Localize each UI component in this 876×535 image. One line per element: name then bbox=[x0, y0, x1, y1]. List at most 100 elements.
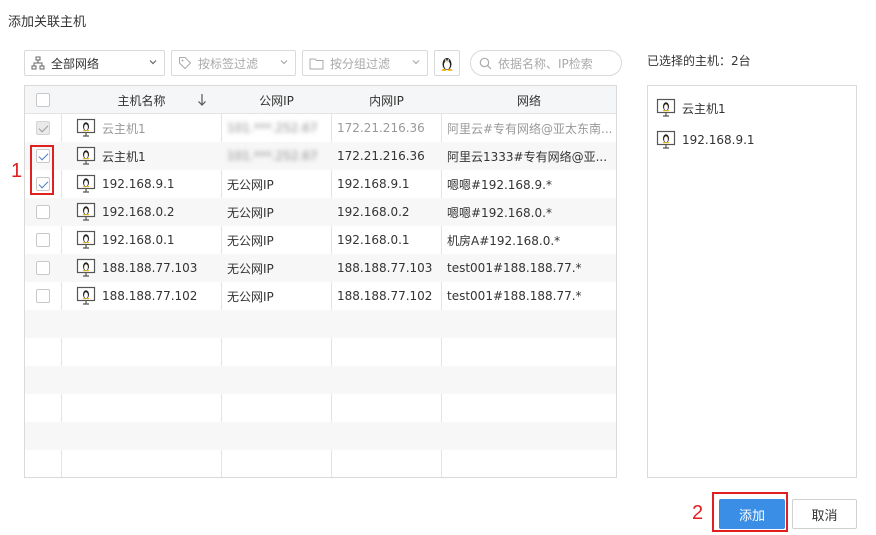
network-name: 阿里云1333#专有网络@亚... bbox=[447, 149, 608, 164]
column-header-private-ip: 内网IP bbox=[369, 93, 404, 108]
selected-hosts-panel: 云主机1 192.168.9.1 bbox=[647, 85, 857, 478]
private-ip: 192.168.9.1 bbox=[337, 177, 410, 191]
private-ip: 188.188.77.103 bbox=[337, 261, 433, 275]
network-name: test001#188.188.77.* bbox=[447, 261, 582, 275]
annotation-step-1: 1 bbox=[11, 160, 23, 182]
filter-toolbar: 全部网络 按标签过滤 按分组过滤 依据名称、IP检索 bbox=[24, 50, 622, 76]
host-name: 192.168.9.1 bbox=[102, 177, 175, 191]
row-checkbox[interactable] bbox=[36, 289, 50, 303]
public-ip: 无公网IP bbox=[227, 177, 274, 192]
public-ip: 无公网IP bbox=[227, 289, 274, 304]
public-ip-cell: 无公网IP bbox=[222, 282, 331, 310]
tag-filter-select[interactable]: 按标签过滤 bbox=[171, 50, 296, 76]
column-header-public-ip: 公网IP bbox=[259, 93, 294, 108]
search-input[interactable]: 依据名称、IP检索 bbox=[470, 50, 622, 76]
table-row-empty bbox=[25, 450, 616, 477]
network-select[interactable]: 全部网络 bbox=[24, 50, 165, 76]
row-checkbox[interactable] bbox=[36, 205, 50, 219]
network-name: 嗯嗯#192.168.0.* bbox=[447, 205, 552, 220]
public-ip-cell: 101.***.252.67 bbox=[222, 142, 331, 170]
public-ip: 101.***.252.67 bbox=[227, 121, 318, 135]
annotation-step-2: 2 bbox=[692, 502, 704, 524]
host-name-cell: 192.168.0.1 bbox=[62, 226, 221, 254]
table-row-empty bbox=[25, 394, 616, 422]
table-row[interactable]: 云主机1 101.***.252.67 172.21.216.36 阿里云#专有网络@… bbox=[25, 114, 616, 142]
private-ip: 172.21.216.36 bbox=[337, 149, 425, 163]
group-filter-placeholder: 按分组过滤 bbox=[330, 56, 391, 71]
table-row[interactable]: 192.168.0.2 无公网IP 192.168.0.2 嗯嗯#192.168.0.… bbox=[25, 198, 616, 226]
row-checkbox bbox=[36, 121, 50, 135]
linux-host-icon bbox=[76, 258, 96, 277]
table-row-empty bbox=[25, 310, 616, 338]
host-name: 188.188.77.102 bbox=[102, 289, 198, 303]
host-name-cell: 188.188.77.103 bbox=[62, 254, 221, 282]
host-name-cell: 188.188.77.102 bbox=[62, 282, 221, 310]
selected-host-name: 云主机1 bbox=[682, 101, 726, 116]
host-name: 192.168.0.1 bbox=[102, 233, 175, 247]
dialog-title: 添加关联主机 bbox=[8, 15, 87, 30]
select-all-checkbox[interactable] bbox=[36, 93, 50, 107]
host-name-cell: 192.168.0.2 bbox=[62, 198, 221, 226]
row-checkbox-cell bbox=[25, 226, 61, 254]
public-ip: 101.***.252.67 bbox=[227, 149, 318, 163]
table-row[interactable]: 188.188.77.102 无公网IP 188.188.77.102 test001… bbox=[25, 282, 616, 310]
cancel-button[interactable]: 取消 bbox=[792, 499, 857, 529]
public-ip-cell: 无公网IP bbox=[222, 170, 331, 198]
public-ip-cell: 无公网IP bbox=[222, 254, 331, 282]
row-checkbox[interactable] bbox=[36, 261, 50, 275]
network-name: test001#188.188.77.* bbox=[447, 289, 582, 303]
linux-host-icon bbox=[656, 130, 676, 149]
public-ip-cell: 无公网IP bbox=[222, 198, 331, 226]
host-name: 192.168.0.2 bbox=[102, 205, 175, 219]
table-row[interactable]: 192.168.9.1 无公网IP 192.168.9.1 嗯嗯#192.168.9.… bbox=[25, 170, 616, 198]
search-icon bbox=[479, 57, 492, 69]
host-name-cell: 云主机1 bbox=[62, 142, 221, 170]
column-header-network: 网络 bbox=[516, 93, 541, 108]
network-icon bbox=[31, 56, 45, 70]
public-ip: 无公网IP bbox=[227, 205, 274, 220]
private-ip: 172.21.216.36 bbox=[337, 121, 425, 135]
selected-host-item[interactable]: 192.168.9.1 bbox=[656, 124, 848, 156]
group-filter-select[interactable]: 按分组过滤 bbox=[302, 50, 428, 76]
tag-filter-placeholder: 按标签过滤 bbox=[198, 56, 259, 71]
tag-icon bbox=[179, 57, 192, 70]
table-row[interactable]: 192.168.0.1 无公网IP 192.168.0.1 机房A#192.168.0… bbox=[25, 226, 616, 254]
linux-host-icon bbox=[76, 146, 96, 165]
row-checkbox-cell bbox=[25, 254, 61, 282]
chevron-down-icon bbox=[280, 60, 288, 65]
annotation-box-add-button bbox=[712, 492, 788, 532]
public-ip: 无公网IP bbox=[227, 233, 274, 248]
network-name: 嗯嗯#192.168.9.* bbox=[447, 177, 552, 192]
private-ip: 192.168.0.2 bbox=[337, 205, 410, 219]
network-name: 机房A#192.168.0.* bbox=[447, 233, 561, 248]
selected-hosts-title: 已选择的主机：2台 bbox=[647, 54, 751, 68]
linux-os-filter-button[interactable] bbox=[434, 50, 460, 76]
annotation-box-checkboxes bbox=[30, 145, 54, 195]
linux-penguin-icon bbox=[441, 58, 453, 71]
public-ip-cell: 101.***.252.67 bbox=[222, 114, 331, 142]
table-row-empty bbox=[25, 338, 616, 366]
host-name: 云主机1 bbox=[102, 121, 146, 136]
table-row-empty bbox=[25, 366, 616, 394]
network-name: 阿里云#专有网络@亚太东南... bbox=[447, 121, 613, 136]
sort-arrow-down-icon[interactable] bbox=[197, 93, 207, 107]
private-ip: 192.168.0.1 bbox=[337, 233, 410, 247]
linux-host-icon bbox=[76, 174, 96, 193]
selected-host-name: 192.168.9.1 bbox=[682, 133, 755, 147]
linux-host-icon bbox=[76, 230, 96, 249]
linux-host-icon bbox=[76, 286, 96, 305]
row-checkbox-cell bbox=[25, 198, 61, 226]
linux-host-icon bbox=[76, 202, 96, 221]
selected-host-item[interactable]: 云主机1 bbox=[656, 92, 848, 124]
table-row-empty bbox=[25, 422, 616, 450]
table-row[interactable]: 云主机1 101.***.252.67 172.21.216.36 阿里云1333#专… bbox=[25, 142, 616, 170]
private-ip: 188.188.77.102 bbox=[337, 289, 433, 303]
search-placeholder: 依据名称、IP检索 bbox=[498, 56, 593, 71]
linux-host-icon bbox=[656, 98, 676, 117]
column-header-name[interactable]: 主机名称 bbox=[62, 86, 221, 114]
table-row[interactable]: 188.188.77.103 无公网IP 188.188.77.103 test001… bbox=[25, 254, 616, 282]
public-ip-cell: 无公网IP bbox=[222, 226, 331, 254]
row-checkbox[interactable] bbox=[36, 233, 50, 247]
row-checkbox-cell bbox=[25, 114, 61, 142]
host-name: 188.188.77.103 bbox=[102, 261, 198, 275]
